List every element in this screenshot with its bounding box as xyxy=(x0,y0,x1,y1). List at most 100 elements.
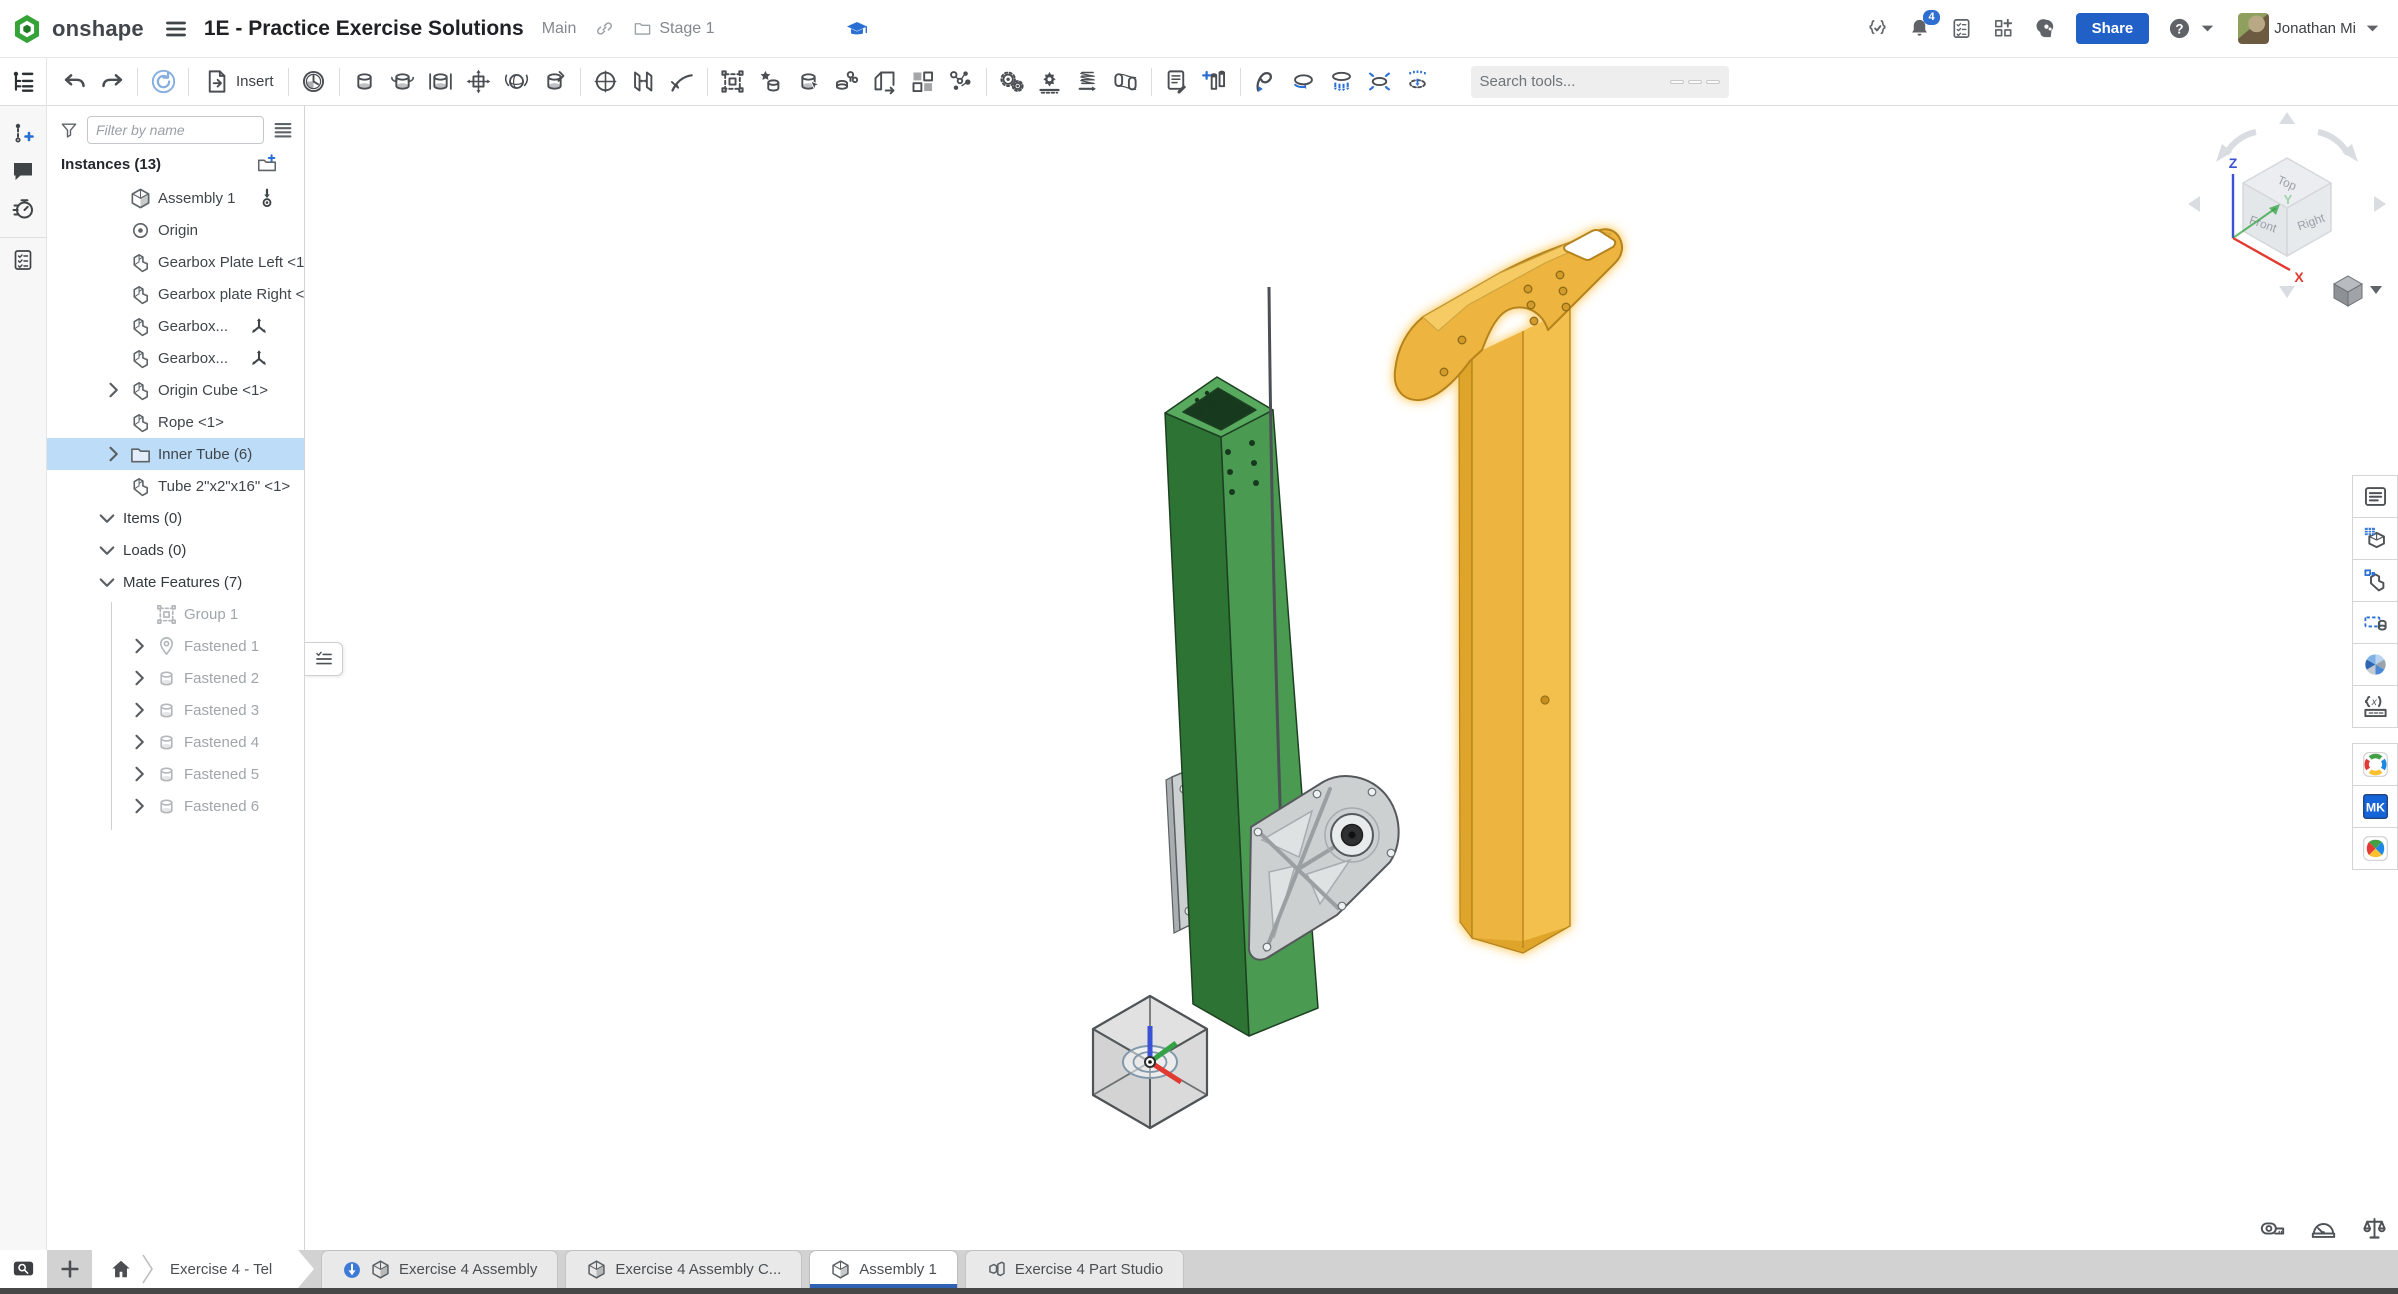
rail-button[interactable] xyxy=(0,237,46,275)
chevron-down-icon[interactable] xyxy=(97,572,117,592)
workspace-branch[interactable]: Main xyxy=(542,20,577,38)
toolbar-button[interactable] xyxy=(942,63,980,101)
tree-row[interactable]: Gearbox... xyxy=(47,342,304,374)
toolbar-button[interactable] xyxy=(587,63,625,101)
toolbar-button[interactable] xyxy=(55,63,93,101)
toolbar-button[interactable] xyxy=(144,63,182,101)
search-tools[interactable]: Search tools... xyxy=(1471,66,1729,98)
mate-feature-row[interactable]: Fastened 5 xyxy=(47,758,304,790)
inner-tube-part[interactable] xyxy=(1395,229,1622,953)
toolbar-button[interactable] xyxy=(295,63,333,101)
toolbar-button[interactable] xyxy=(1247,63,1285,101)
toolbar-button[interactable] xyxy=(790,63,828,101)
mate-feature-row[interactable]: Fastened 4 xyxy=(47,726,304,758)
document-tab[interactable]: Assembly 1 xyxy=(809,1250,958,1288)
toolbar-button[interactable] xyxy=(1069,63,1107,101)
user-menu[interactable]: Jonathan Mi xyxy=(2238,13,2384,44)
chevron-right-icon[interactable] xyxy=(103,380,123,400)
document-tab[interactable]: Exercise 4 Part Studio xyxy=(965,1250,1184,1288)
chevron-right-icon[interactable] xyxy=(129,764,149,784)
version-crumb[interactable]: Stage 1 xyxy=(633,19,714,38)
view-cube[interactable]: Top Front Right Z Y X xyxy=(2188,112,2386,306)
toolbar-button[interactable] xyxy=(460,63,498,101)
chevron-right-icon[interactable] xyxy=(129,732,149,752)
toolbar-button[interactable] xyxy=(1399,63,1437,101)
tree-row[interactable]: Gearbox... xyxy=(47,310,304,342)
home-icon[interactable] xyxy=(110,1258,132,1280)
onshape-logo-icon[interactable] xyxy=(10,12,44,46)
tab-manager-button[interactable] xyxy=(0,1250,47,1288)
mate-feature-row[interactable]: Group 1 xyxy=(47,598,304,630)
chevron-right-icon[interactable] xyxy=(129,796,149,816)
toolbar-button[interactable] xyxy=(1158,63,1196,101)
list-view-icon[interactable] xyxy=(272,119,294,141)
tree-row[interactable]: Tube 2"x2"x16" <1> xyxy=(47,470,304,502)
right-panel-button[interactable] xyxy=(2352,743,2398,786)
tree-row[interactable]: Gearbox plate Right <1> xyxy=(47,278,304,310)
rail-button[interactable] xyxy=(0,190,46,228)
tree-row[interactable]: Rope <1> xyxy=(47,406,304,438)
chevron-right-icon[interactable] xyxy=(103,444,123,464)
filter-input[interactable] xyxy=(87,116,264,144)
view-options-button[interactable] xyxy=(2334,276,2382,306)
right-panel-button[interactable]: x xyxy=(2352,685,2398,728)
document-menu-icon[interactable] xyxy=(164,17,188,41)
section-row[interactable]: Items (0) xyxy=(47,502,304,534)
toolbar-button[interactable] xyxy=(904,63,942,101)
mate-feature-row[interactable]: Fastened 6 xyxy=(47,790,304,822)
tasks-icon[interactable] xyxy=(1950,17,1973,40)
chevron-right-icon[interactable] xyxy=(129,700,149,720)
chevron-down-icon[interactable] xyxy=(97,540,117,560)
toolbar-button[interactable] xyxy=(384,63,422,101)
filter-icon[interactable] xyxy=(59,120,79,140)
feature-scripts-icon[interactable] xyxy=(1866,17,1889,40)
share-link-icon[interactable] xyxy=(594,18,615,39)
measure-tool-button[interactable] xyxy=(2310,1215,2337,1242)
toolbar-button[interactable] xyxy=(752,63,790,101)
add-folder-icon[interactable] xyxy=(256,153,278,175)
toolbar-button[interactable] xyxy=(866,63,904,101)
mate-feature-row[interactable]: Fastened 1 xyxy=(47,630,304,662)
chevron-down-icon[interactable] xyxy=(97,508,117,528)
apps-icon[interactable] xyxy=(1992,17,2015,40)
toolbar-button[interactable] xyxy=(714,63,752,101)
notifications-button[interactable]: 4 xyxy=(1908,17,1931,40)
canvas-3d[interactable]: Top Front Right Z Y X xyxy=(0,0,2398,1294)
toolbar-button[interactable] xyxy=(1031,63,1069,101)
measure-tool-button[interactable] xyxy=(2259,1215,2286,1242)
toolbar-button[interactable] xyxy=(422,63,460,101)
features-list-flyout-button[interactable] xyxy=(305,642,343,676)
help-menu[interactable]: ? xyxy=(2168,17,2219,40)
share-button[interactable]: Share xyxy=(2076,13,2150,44)
measure-tool-button[interactable] xyxy=(2361,1215,2388,1242)
document-tab[interactable]: Exercise 4 Assembly xyxy=(321,1250,558,1288)
toolbar-button[interactable] xyxy=(625,63,663,101)
mate-feature-row[interactable]: Fastened 2 xyxy=(47,662,304,694)
right-panel-button[interactable] xyxy=(2352,517,2398,560)
toolbar-button[interactable] xyxy=(1361,63,1399,101)
toolbar-button[interactable] xyxy=(1323,63,1361,101)
origin-cube-part[interactable] xyxy=(1093,996,1207,1128)
section-row[interactable]: Loads (0) xyxy=(47,534,304,566)
tree-row[interactable]: Origin Cube <1> xyxy=(47,374,304,406)
tree-row[interactable]: Inner Tube (6) xyxy=(47,438,304,470)
toolbar-button[interactable] xyxy=(1196,63,1234,101)
toolbar-button[interactable] xyxy=(1107,63,1145,101)
folder-breadcrumb[interactable]: Exercise 4 - Tel xyxy=(92,1250,314,1288)
toolbar-button[interactable] xyxy=(536,63,574,101)
toolbar-button[interactable] xyxy=(1285,63,1323,101)
toolbar-button[interactable] xyxy=(993,63,1031,101)
right-panel-button[interactable] xyxy=(2352,827,2398,870)
section-row[interactable]: Mate Features (7) xyxy=(47,566,304,598)
tree-row[interactable]: Gearbox Plate Left <1> xyxy=(47,246,304,278)
chevron-right-icon[interactable] xyxy=(129,636,149,656)
right-panel-button[interactable] xyxy=(2352,475,2398,518)
right-panel-button[interactable] xyxy=(2352,643,2398,686)
right-panel-button[interactable] xyxy=(2352,601,2398,644)
right-panel-button[interactable]: MK xyxy=(2352,785,2398,828)
tree-row[interactable]: Origin xyxy=(47,214,304,246)
ai-advisor-icon[interactable] xyxy=(2034,17,2057,40)
rail-button[interactable] xyxy=(0,114,46,152)
toolbar-button[interactable] xyxy=(828,63,866,101)
mate-feature-row[interactable]: Fastened 3 xyxy=(47,694,304,726)
